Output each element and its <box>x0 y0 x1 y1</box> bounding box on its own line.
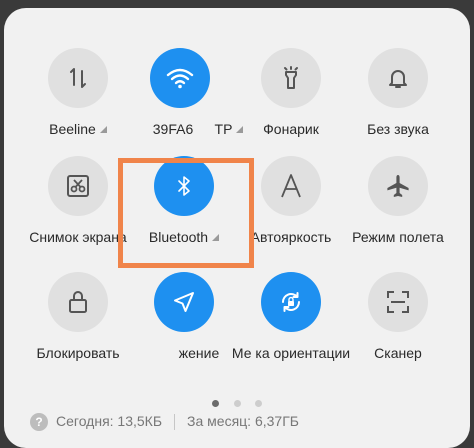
tile-airplane[interactable]: Режим полета <box>338 156 458 256</box>
help-icon[interactable]: ? <box>30 413 48 432</box>
tile-scanner[interactable]: Сканер <box>338 272 458 372</box>
tile-scanner-label: Сканер <box>374 345 422 361</box>
screenshot-icon <box>67 175 89 197</box>
tile-silent-label: Без звука <box>367 121 429 137</box>
tile-mobile-data-circle[interactable] <box>48 48 108 108</box>
lock-icon <box>69 291 87 313</box>
expand-triangle-icon <box>99 126 107 133</box>
flashlight-icon <box>284 66 298 89</box>
wifi-icon <box>166 68 194 89</box>
bell-icon <box>389 70 407 88</box>
bluetooth-highlight-frame <box>118 158 254 268</box>
tile-silent[interactable]: Без звука <box>338 48 458 148</box>
page-dot-2[interactable] <box>233 400 241 407</box>
location-icon <box>174 292 194 312</box>
tile-lock[interactable]: Блокировать <box>18 272 138 372</box>
tile-airplane-label: Режим полета <box>352 229 444 245</box>
page-dot-3[interactable] <box>254 400 262 407</box>
data-transfer-icon <box>70 68 86 88</box>
tile-lock-circle[interactable] <box>48 272 108 332</box>
tile-screenshot-circle[interactable] <box>48 156 108 216</box>
tile-flashlight-circle[interactable] <box>261 48 321 108</box>
data-usage-footer[interactable]: ? Сегодня: 13,5КБ За месяц: 6,37ГБ <box>30 410 450 432</box>
rotation-lock-icon <box>282 292 300 312</box>
usage-month: За месяц: 6,37ГБ <box>187 413 299 429</box>
quick-settings-panel: Beeline 39FA6 TP Фонарик Без звука Снимо… <box>4 8 470 448</box>
tile-scanner-circle[interactable] <box>368 272 428 332</box>
tile-airplane-circle[interactable] <box>368 156 428 216</box>
footer-divider <box>174 414 176 431</box>
usage-today: Сегодня: 13,5КБ <box>56 413 163 429</box>
tile-auto-brightness-circle[interactable] <box>261 156 321 216</box>
airplane-icon <box>387 175 409 197</box>
tile-location-circle[interactable] <box>154 272 214 332</box>
tile-silent-circle[interactable] <box>368 48 428 108</box>
scanner-icon <box>387 291 409 313</box>
page-dot-1[interactable] <box>212 400 220 407</box>
tile-rotation-lock-circle[interactable] <box>261 272 321 332</box>
auto-brightness-icon <box>281 174 301 198</box>
